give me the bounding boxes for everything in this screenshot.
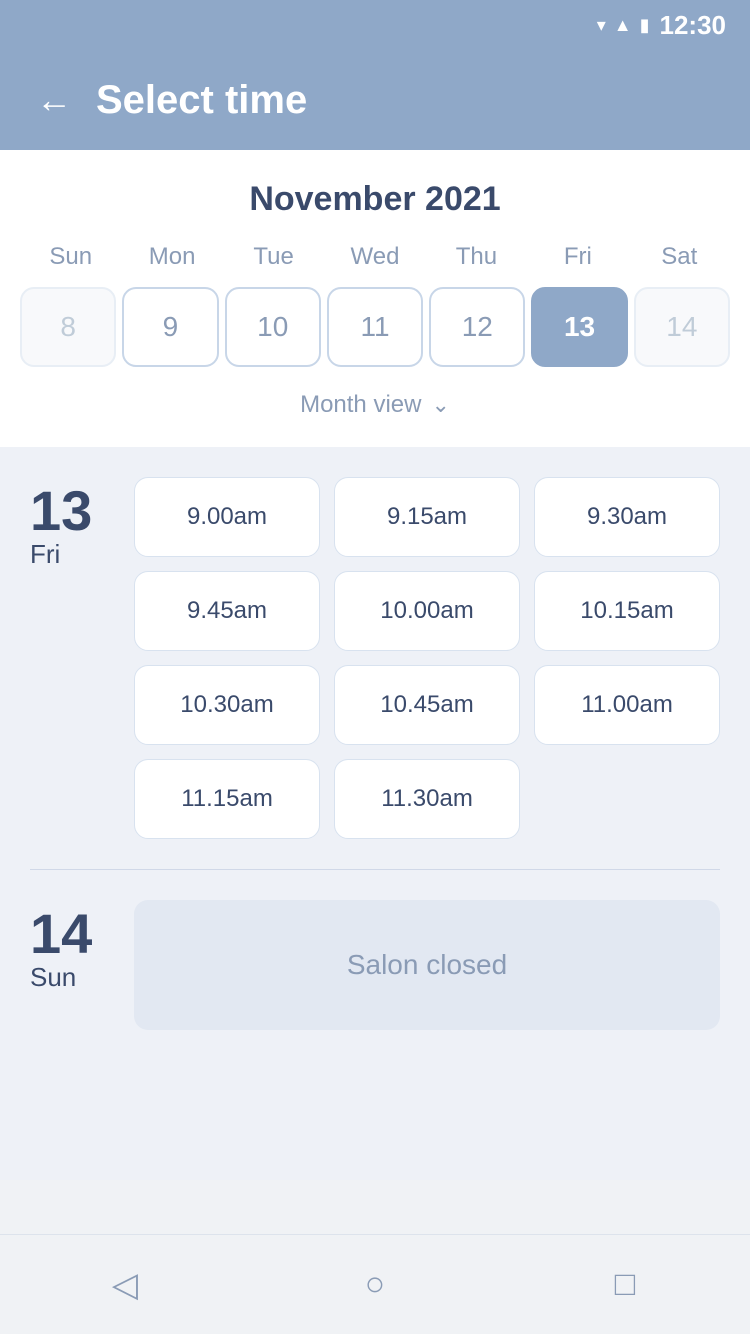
day-13-label: 13 Fri bbox=[30, 477, 110, 570]
day-13-block: 13 Fri 9.00am 9.15am 9.30am 9.45am 10.00… bbox=[30, 477, 720, 839]
nav-bar: ◁ ○ □ bbox=[0, 1234, 750, 1334]
chevron-down-icon: ⌄ bbox=[431, 392, 449, 418]
weekday-fri: Fri bbox=[527, 243, 628, 271]
app-header: ← Select time bbox=[0, 50, 750, 150]
slot-10-45am[interactable]: 10.45am bbox=[334, 665, 520, 745]
day-13-number: 13 bbox=[30, 483, 92, 539]
salon-closed-label: Salon closed bbox=[347, 949, 507, 981]
signal-icon: ▲ bbox=[614, 15, 632, 36]
back-button[interactable]: ← bbox=[36, 82, 72, 118]
weekday-thu: Thu bbox=[426, 243, 527, 271]
status-bar: ▾ ▲ ▮ 12:30 bbox=[0, 0, 750, 50]
day-13-name: Fri bbox=[30, 539, 60, 570]
month-view-toggle[interactable]: Month view ⌄ bbox=[20, 383, 730, 427]
slot-9-15am[interactable]: 9.15am bbox=[334, 477, 520, 557]
slot-10-00am[interactable]: 10.00am bbox=[334, 571, 520, 651]
page-title: Select time bbox=[96, 78, 307, 123]
weekday-tue: Tue bbox=[223, 243, 324, 271]
month-title: November 2021 bbox=[20, 180, 730, 219]
month-view-label: Month view bbox=[300, 391, 421, 419]
weekday-row: Sun Mon Tue Wed Thu Fri Sat bbox=[20, 243, 730, 271]
day-9[interactable]: 9 bbox=[122, 287, 218, 367]
slot-11-15am[interactable]: 11.15am bbox=[134, 759, 320, 839]
day-13[interactable]: 13 bbox=[531, 287, 627, 367]
slot-9-00am[interactable]: 9.00am bbox=[134, 477, 320, 557]
nav-home-button[interactable]: ○ bbox=[340, 1250, 410, 1320]
day-14-label: 14 Sun bbox=[30, 900, 110, 993]
day-13-slots: 9.00am 9.15am 9.30am 9.45am 10.00am 10.1… bbox=[134, 477, 720, 839]
day-14-name: Sun bbox=[30, 962, 76, 993]
days-row: 8 9 10 11 12 13 14 bbox=[20, 287, 730, 367]
day-12[interactable]: 12 bbox=[429, 287, 525, 367]
weekday-wed: Wed bbox=[324, 243, 425, 271]
weekday-mon: Mon bbox=[121, 243, 222, 271]
nav-recent-button[interactable]: □ bbox=[590, 1250, 660, 1320]
slot-10-15am[interactable]: 10.15am bbox=[534, 571, 720, 651]
nav-back-button[interactable]: ◁ bbox=[90, 1250, 160, 1320]
day-14[interactable]: 14 bbox=[634, 287, 730, 367]
time-section: 13 Fri 9.00am 9.15am 9.30am 9.45am 10.00… bbox=[0, 447, 750, 1180]
section-divider bbox=[30, 869, 720, 870]
wifi-icon: ▾ bbox=[597, 15, 606, 36]
status-time: 12:30 bbox=[660, 10, 727, 41]
slot-11-00am[interactable]: 11.00am bbox=[534, 665, 720, 745]
day-11[interactable]: 11 bbox=[327, 287, 423, 367]
day-14-number: 14 bbox=[30, 906, 92, 962]
slot-10-30am[interactable]: 10.30am bbox=[134, 665, 320, 745]
slot-9-30am[interactable]: 9.30am bbox=[534, 477, 720, 557]
battery-icon: ▮ bbox=[640, 15, 650, 36]
salon-closed-box: Salon closed bbox=[134, 900, 720, 1030]
day-8[interactable]: 8 bbox=[20, 287, 116, 367]
status-icons: ▾ ▲ ▮ bbox=[597, 15, 650, 36]
weekday-sat: Sat bbox=[629, 243, 730, 271]
calendar-section: November 2021 Sun Mon Tue Wed Thu Fri Sa… bbox=[0, 150, 750, 447]
weekday-sun: Sun bbox=[20, 243, 121, 271]
slot-11-30am[interactable]: 11.30am bbox=[334, 759, 520, 839]
day-10[interactable]: 10 bbox=[225, 287, 321, 367]
day-14-block: 14 Sun Salon closed bbox=[30, 900, 720, 1030]
slot-9-45am[interactable]: 9.45am bbox=[134, 571, 320, 651]
